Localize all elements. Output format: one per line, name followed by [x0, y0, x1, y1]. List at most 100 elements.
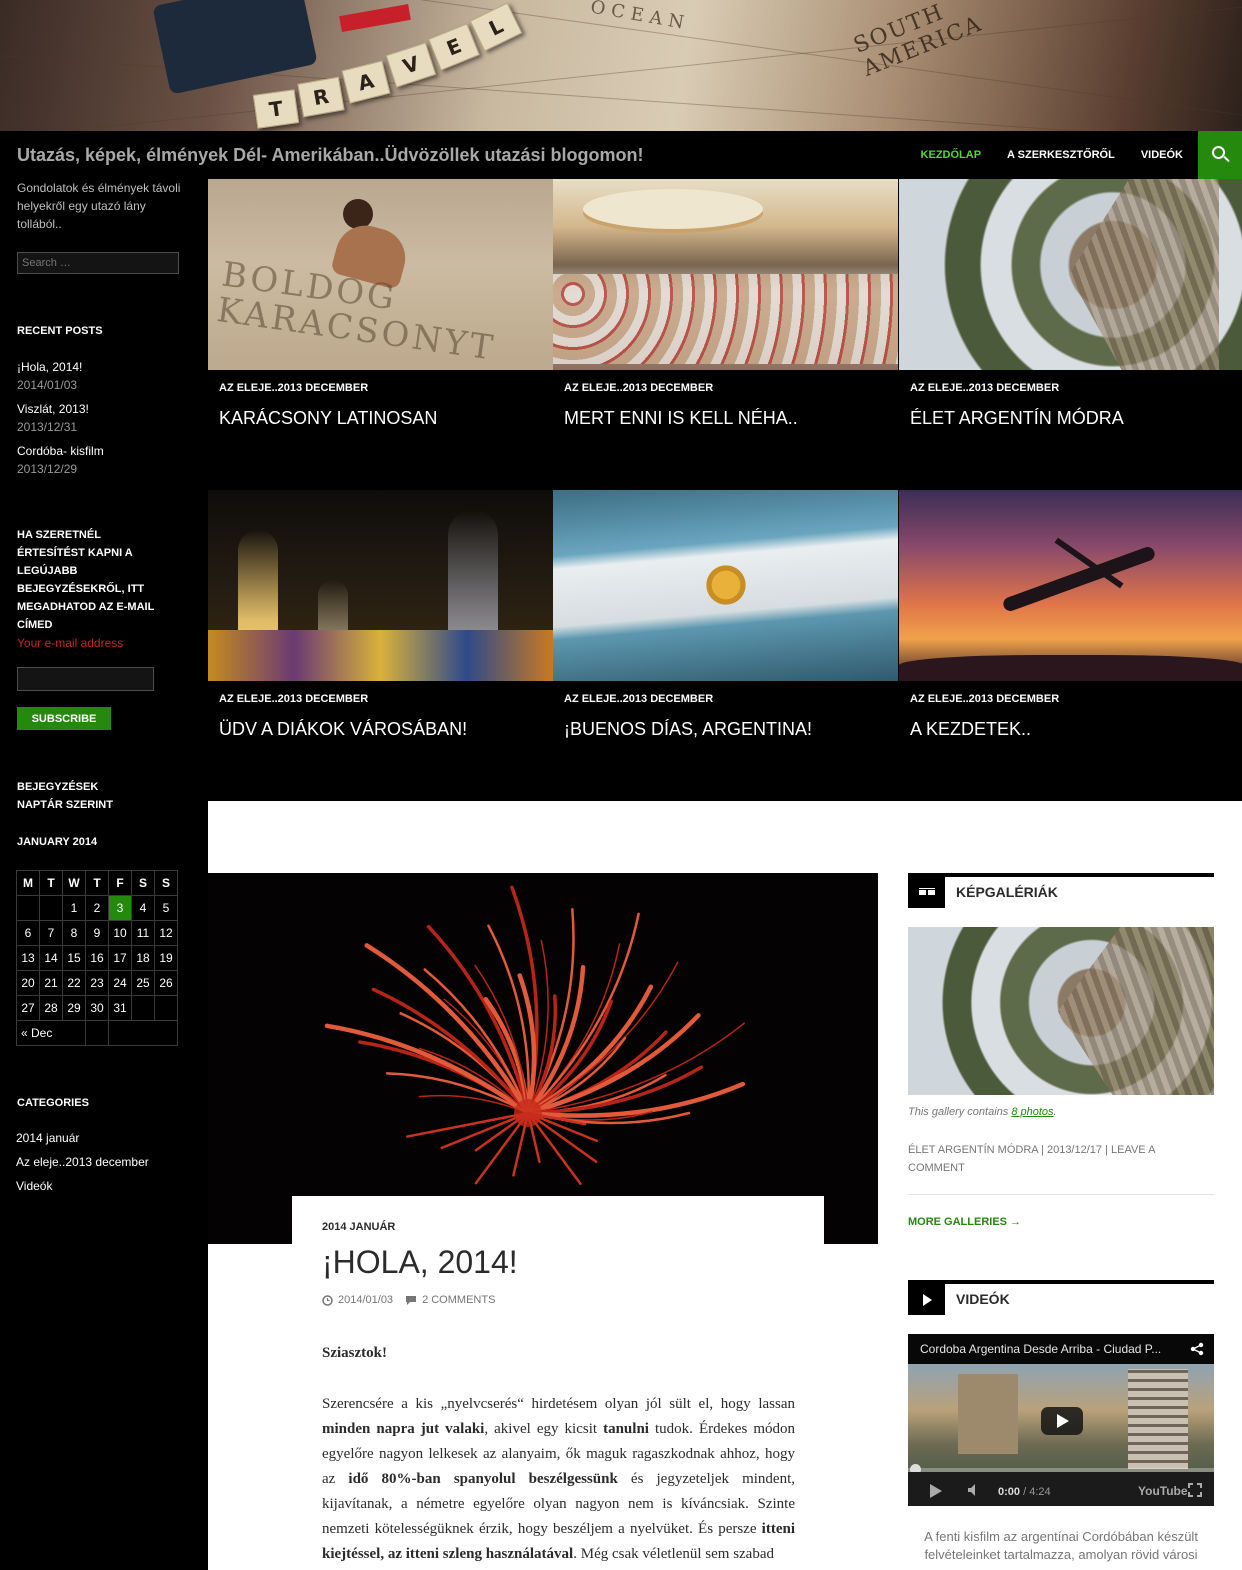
header-image[interactable]: T R A V E L OCEAN SOUTH AMERICA: [0, 0, 1242, 131]
video-widget-header: Videók: [908, 1280, 1214, 1315]
calendar-day: 2: [85, 895, 109, 921]
post-text: . Még csak véletlenül sem szabad: [573, 1546, 774, 1562]
letter-tile: L: [469, 2, 523, 52]
nav-item-videos[interactable]: Videók: [1128, 131, 1196, 179]
letter-tile: R: [297, 76, 345, 118]
featured-post: Az eleje..2013 december Élet argentín mó…: [899, 179, 1242, 490]
site-title[interactable]: Utazás, képek, élmények Dél- Amerikában.…: [17, 145, 644, 166]
calendar-day: 5: [154, 895, 178, 921]
post-text: idő 80%-ban spanyolul beszélgessünk: [348, 1471, 618, 1487]
calendar-day: 23: [85, 970, 109, 996]
post-text: Szerencsére a kis „nyelvcserés“ hirdetés…: [322, 1396, 795, 1412]
category-link[interactable]: 2014 január: [16, 1131, 79, 1145]
post-featured-image[interactable]: [208, 873, 878, 1244]
subscribe-heading: Ha szeretnél értesítést kapni a legújabb…: [17, 529, 155, 631]
featured-title-link[interactable]: Üdv a diákok városában!: [219, 719, 467, 740]
category-link[interactable]: Videók: [16, 1179, 52, 1193]
calendar-day: 9: [85, 920, 109, 946]
fountain-photo[interactable]: [208, 490, 553, 681]
calendar-prev-month-link[interactable]: « Dec: [16, 1020, 86, 1046]
calendar-weekday: M: [16, 870, 40, 896]
calendar-day: 4: [131, 895, 155, 921]
clock-icon: [322, 1294, 333, 1306]
featured-title-link[interactable]: Élet argentín módra: [910, 408, 1124, 429]
firework-streak: [526, 912, 640, 1115]
featured-post: BOLDOG KARACSONYT Az eleje..2013 decembe…: [208, 179, 553, 490]
email-label: Your e-mail address: [17, 636, 124, 650]
featured-title-link[interactable]: ¡Buenos días, Argentina!: [564, 719, 812, 740]
calendar-day: 29: [62, 995, 86, 1021]
video-time: 0:00 / 4:24: [998, 1486, 1051, 1498]
featured-title-link[interactable]: Mert enni is kell néha..: [564, 408, 798, 429]
calendar-day: 25: [131, 970, 155, 996]
email-field[interactable]: [17, 667, 154, 691]
post-comments-link[interactable]: 2 Comments: [405, 1294, 495, 1306]
featured-category-link[interactable]: Az eleje..2013 december: [564, 382, 713, 394]
gallery-thumbnail[interactable]: [908, 927, 1214, 1095]
youtube-logo[interactable]: YouTube: [1138, 1484, 1188, 1498]
nav-item-about-editor[interactable]: A szerkesztőről: [994, 131, 1128, 179]
site-description: Gondolatok és élmények távoli helyekről …: [17, 181, 181, 231]
subscribe-button[interactable]: Subscribe: [17, 707, 111, 730]
featured-category-link[interactable]: Az eleje..2013 december: [219, 382, 368, 394]
search-toggle-button[interactable]: [1198, 131, 1242, 179]
featured-category-link[interactable]: Az eleje..2013 december: [564, 693, 713, 705]
calendar-day[interactable]: 3: [108, 895, 132, 921]
calendar-day: 19: [154, 945, 178, 971]
post-category-link[interactable]: 2014 január: [322, 1221, 395, 1233]
gallery-photos-link[interactable]: 8 photos: [1011, 1106, 1053, 1118]
pastry-photo[interactable]: [553, 179, 898, 370]
featured-title-link[interactable]: Karácsony latinosan: [219, 408, 437, 429]
nav-item-home[interactable]: Kezdőlap: [908, 131, 995, 179]
post-date-link[interactable]: 2014/01/03: [322, 1294, 393, 1306]
flag-photo[interactable]: [553, 490, 898, 681]
featured-category-link[interactable]: Az eleje..2013 december: [910, 382, 1059, 394]
featured-post: Az eleje..2013 december Mert enni is kel…: [553, 179, 898, 490]
beach-photo[interactable]: BOLDOG KARACSONYT: [208, 179, 553, 370]
video-player[interactable]: Cordoba Argentina Desde Arriba - Ciudad …: [908, 1334, 1214, 1506]
recent-post-date: 2013/12/29: [17, 462, 78, 476]
post-meta: 2014/01/03 2 Comments: [322, 1294, 495, 1306]
more-galleries-link[interactable]: More galleries →: [908, 1216, 1021, 1228]
categories-heading: Categories: [17, 1097, 89, 1109]
calendar-day: 15: [62, 945, 86, 971]
play-icon: [908, 1284, 945, 1315]
recent-post-date: 2013/12/31: [17, 420, 78, 434]
gallery-widget-title[interactable]: Képgalériák: [956, 884, 1058, 900]
fullscreen-icon[interactable]: [1188, 1483, 1202, 1497]
video-play-button[interactable]: [1041, 1407, 1083, 1435]
recent-post-link[interactable]: Cordóba- kisfilm: [17, 444, 104, 458]
featured-category-link[interactable]: Az eleje..2013 december: [910, 693, 1059, 705]
calendar-day: 20: [16, 970, 40, 996]
luggage-tag-graphic: [339, 4, 411, 32]
post-title[interactable]: ¡Hola, 2014!: [322, 1244, 518, 1281]
gallery-meta[interactable]: Élet argentín módra | 2013/12/17 | Leave…: [908, 1141, 1208, 1177]
calendar-weekday: T: [39, 870, 63, 896]
featured-post: Az eleje..2013 december ¡Buenos días, Ar…: [553, 490, 898, 801]
featured-category-link[interactable]: Az eleje..2013 december: [219, 693, 368, 705]
volume-icon[interactable]: [967, 1483, 983, 1497]
palm-photo[interactable]: [899, 179, 1242, 370]
recent-post-link[interactable]: ¡Hola, 2014!: [17, 360, 82, 374]
post-greeting: Sziasztok!: [322, 1345, 387, 1361]
video-play-control-icon[interactable]: [930, 1484, 942, 1498]
calendar-day: 28: [39, 995, 63, 1021]
video-title[interactable]: Cordoba Argentina Desde Arriba - Ciudad …: [920, 1342, 1182, 1356]
airplane-photo[interactable]: [899, 490, 1242, 681]
calendar-day: [39, 895, 63, 921]
play-icon: [1057, 1414, 1069, 1428]
fireworks-photo: [324, 885, 746, 1185]
calendar-table: MTWTFSS 1 2 3 4 5 6 7 8 9 10 11 12 13 14 15 16 17 18 19 20 2…: [16, 870, 178, 1046]
share-icon[interactable]: [1190, 1342, 1204, 1356]
calendar-month: January 2014: [17, 836, 98, 848]
video-widget-title[interactable]: Videók: [956, 1291, 1010, 1307]
gallery-widget-header: Képgalériák: [908, 873, 1214, 908]
recent-post-link[interactable]: Viszlát, 2013!: [17, 402, 89, 416]
search-input[interactable]: [17, 252, 179, 274]
category-link[interactable]: Az eleje..2013 december: [16, 1155, 149, 1169]
letter-tile: T: [252, 89, 300, 129]
suitcase-graphic: [152, 0, 318, 95]
calendar-day: 8: [62, 920, 86, 946]
featured-title-link[interactable]: A kezdetek..: [910, 719, 1031, 740]
calendar-day: 22: [62, 970, 86, 996]
